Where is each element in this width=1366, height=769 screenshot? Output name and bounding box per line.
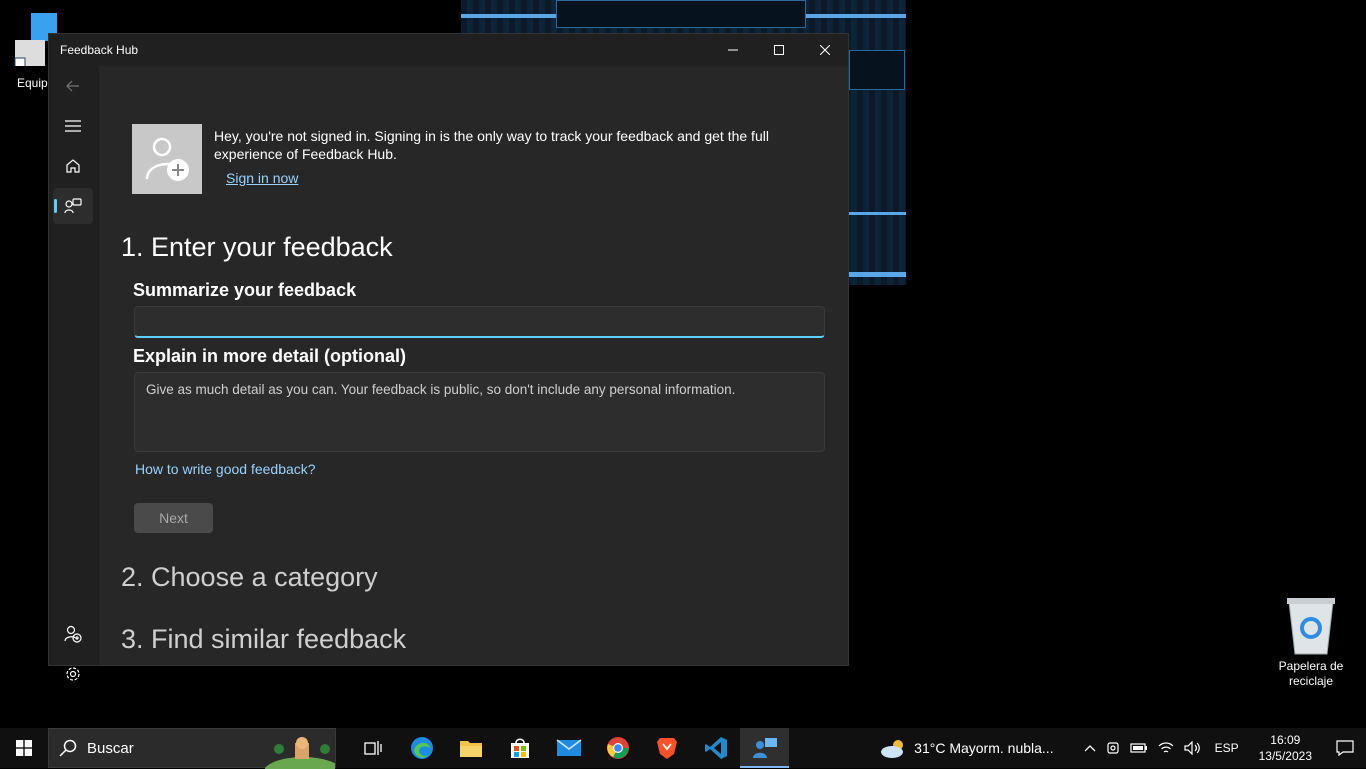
notification-icon [1336,740,1354,756]
mail-app[interactable] [544,728,593,768]
chrome-app[interactable] [593,728,642,768]
language-indicator[interactable]: ESP [1205,741,1249,755]
detail-textarea[interactable]: Give as much detail as you can. Your fee… [134,372,825,452]
vscode-icon [704,737,727,759]
folder-icon [459,741,482,757]
file-explorer-app[interactable] [446,728,495,768]
camera-tray-button[interactable] [1101,741,1125,755]
notification-center-button[interactable] [1322,740,1366,756]
back-arrow-icon [66,80,79,92]
weather-text: 31°C Mayorm. nubla... [914,740,1054,756]
feedback-hub-icon [752,738,777,758]
home-icon [66,159,80,173]
main-content: Hey, you're not signed in. Signing in is… [99,66,848,665]
clock-time: 16:09 [1270,733,1301,747]
battery-tray-button[interactable] [1125,742,1153,754]
wifi-tray-button[interactable] [1153,741,1179,755]
search-placeholder: Buscar [87,739,134,757]
search-icon [49,739,87,757]
store-icon [510,738,529,758]
desktop-icon-label: Equip [17,76,48,90]
navigation-rail [49,66,99,681]
cloud-sun-icon [881,740,904,758]
taskbar-search[interactable]: Buscar [48,728,336,769]
back-button[interactable] [53,68,93,104]
recycle-bin-icon [1287,598,1335,655]
step-3-heading[interactable]: 3. Find similar feedback [121,624,406,655]
vscode-app[interactable] [691,728,740,768]
brave-icon [656,738,677,759]
title-bar[interactable]: Feedback Hub [49,34,848,66]
desktop-icon-label: Papelera de reciclaje [1278,659,1344,688]
clock-date: 13/5/2023 [1258,749,1312,763]
taskbar: Buscar 31°C Mayorm. nubla... ESP 16:09 1… [0,728,1366,769]
show-hidden-icons-button[interactable] [1079,744,1101,752]
add-person-icon [64,625,82,643]
search-highlight-icon [265,737,335,769]
maximize-icon [774,45,784,55]
nav-item-feedback[interactable] [53,188,93,224]
camera-icon [1106,742,1119,754]
step-1-heading: 1. Enter your feedback [121,232,393,262]
nav-item-settings[interactable] [53,656,93,692]
minimize-button[interactable] [710,34,756,66]
task-view-icon [363,741,382,755]
help-link[interactable]: How to write good feedback? [135,461,316,477]
chevron-up-icon [1084,745,1096,752]
feedback-hub-app[interactable] [740,728,789,768]
edge-icon [410,737,433,759]
close-icon [820,45,830,55]
summary-input[interactable] [134,306,825,338]
chrome-icon [606,737,629,759]
gear-icon [66,667,80,681]
maximize-button[interactable] [756,34,802,66]
windows-logo-icon [16,740,32,756]
feedback-icon [64,198,82,214]
hamburger-icon [65,120,81,132]
feedback-hub-window: Feedback Hub Hey, you're not signed in. … [48,33,849,681]
detail-label: Explain in more detail (optional) [133,346,407,366]
start-button[interactable] [0,728,48,768]
volume-tray-button[interactable] [1179,741,1205,755]
signin-message: Hey, you're not signed in. Signing in is… [214,128,769,162]
wifi-icon [1158,742,1174,753]
desktop-icon-recycle-bin[interactable]: Papelera de reciclaje [1270,594,1352,689]
store-app[interactable] [495,728,544,768]
menu-button[interactable] [53,108,93,144]
close-button[interactable] [802,34,848,66]
summary-label: Summarize your feedback [133,280,357,300]
window-title: Feedback Hub [60,43,139,57]
weather-widget[interactable]: 31°C Mayorm. nubla... [875,737,1058,759]
system-tray: 31°C Mayorm. nubla... ESP 16:09 13/5/202… [875,728,1366,768]
nav-item-home[interactable] [53,148,93,184]
nav-item-add-account[interactable] [53,616,93,652]
brave-app[interactable] [642,728,691,768]
add-person-icon [145,137,189,181]
task-view-button[interactable] [348,728,397,768]
mail-icon [556,739,581,756]
sign-in-link[interactable]: Sign in now [226,170,298,186]
speaker-icon [1183,741,1200,755]
step-2-heading[interactable]: 2. Choose a category [121,562,378,593]
clock[interactable]: 16:09 13/5/2023 [1249,732,1322,764]
signin-avatar [132,124,202,194]
edge-app[interactable] [397,728,446,768]
minimize-icon [728,49,738,51]
next-button[interactable]: Next [134,503,213,533]
battery-icon [1129,743,1147,753]
